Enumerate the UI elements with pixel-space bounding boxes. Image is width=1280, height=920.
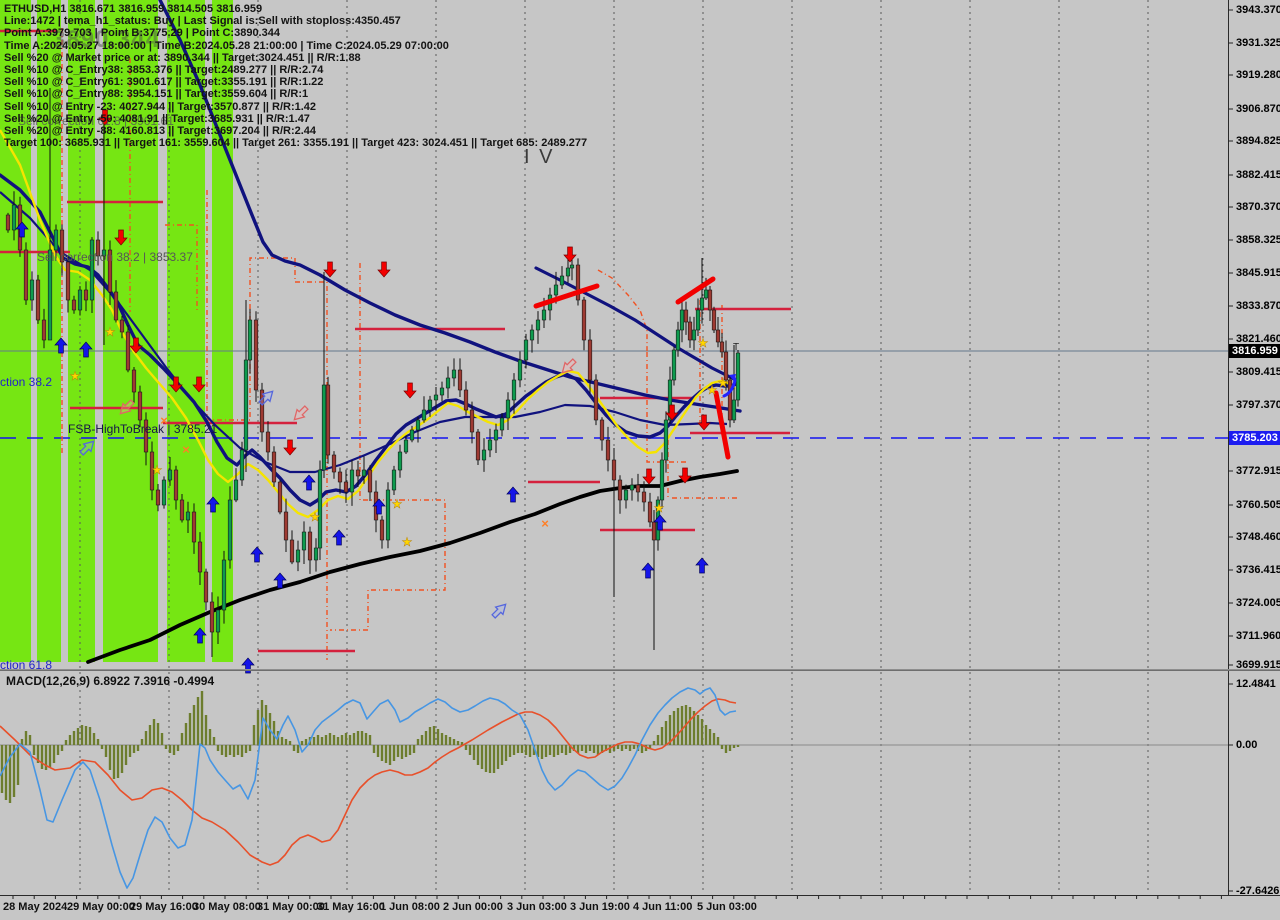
price-axis-label: 3711.960: [1236, 630, 1280, 642]
price-axis-label: 3736.415: [1236, 564, 1280, 576]
time-axis-border: [0, 895, 1280, 896]
sell-arrow-icon: [403, 382, 417, 399]
price-axis-label: 3943.370: [1236, 4, 1280, 16]
signal-info-line: Line:1472 | tema_h1_status: Buy | Last S…: [4, 15, 401, 28]
buy-arrow-icon: [506, 486, 520, 503]
signal-info-line: Sell %10 @ Entry -23: 4027.944 || Target…: [4, 100, 317, 113]
star-icon: ★: [392, 497, 403, 511]
hollow-down-arrow-icon: [293, 405, 309, 421]
buy-arrow-icon: [695, 557, 709, 574]
time-axis-label: 28 May 2024: [3, 901, 68, 913]
signal-info-line: Sell %10 @ C_Entry88: 3954.151 || Target…: [4, 88, 309, 101]
price-axis-label: 3797.370: [1236, 399, 1280, 411]
signal-info-line: Sell %10 @ C_Entry38: 3853.376 || Target…: [4, 64, 324, 76]
macd-axis-label: -27.6426: [1236, 885, 1280, 897]
left-correction-618-label: ction 61.8: [0, 658, 53, 672]
sell-arrow-icon: [642, 468, 656, 485]
time-axis-label: 4 Jun 11:00: [633, 901, 693, 913]
macd-indicator-label: MACD(12,26,9) 6.8922 7.3916 -0.4994: [6, 674, 215, 688]
buy-arrow-icon: [332, 529, 346, 546]
buy-arrow-icon: [302, 474, 316, 491]
pane-separator-shadow: [0, 670, 1280, 671]
price-axis-label: 3809.415: [1236, 366, 1280, 378]
sell-arrow-icon: [283, 439, 297, 456]
price-axis-label: 3699.915: [1236, 659, 1280, 671]
t-mark-icon: T: [733, 342, 739, 353]
time-axis-label: 31 May 16:00: [317, 901, 385, 913]
x-mark-icon: ×: [541, 516, 549, 531]
price-axis-label: 3724.005: [1236, 597, 1280, 609]
price-axis-label: 3760.505: [1236, 499, 1280, 511]
trading-chart-window: ★ ★ ★ ★ ★ ★ ★ ★ ★ ★ × × × T ETHUSD,H1 3816.671 3816.9…: [0, 0, 1280, 920]
star-icon: ★: [105, 325, 116, 339]
signal-info-line: Target 100: 3685.931 || Target 161: 3559…: [4, 137, 588, 150]
price-axis-label: 3870.370: [1236, 201, 1280, 213]
signal-info-line: Sell %20 @ Entry -88: 4160.813 || Target…: [4, 125, 317, 137]
time-axis-label: 5 Jun 03:00: [697, 901, 757, 913]
sell-arrow-icon: [377, 261, 391, 278]
bid-price-tag: 3816.959: [1229, 344, 1280, 358]
signal-info-line: Time A:2024.05.27 18:00:00 | Time B:2024…: [4, 39, 449, 52]
price-axis-label: 3931.325: [1236, 37, 1280, 49]
left-correction-382-label: ction 38.2: [0, 375, 53, 389]
buy-arrow-icon: [641, 562, 655, 579]
time-axis-label: 1 Jun 08:00: [380, 901, 440, 913]
signal-info-line: Sell %20 @ Entry -50: 4081.91 || Target:…: [4, 112, 310, 125]
signal-info-line: Sell %20 @ Market price or at: 3890.344 …: [4, 51, 361, 64]
time-axis-label: 3 Jun 03:00: [507, 901, 567, 913]
star-icon: ★: [698, 336, 709, 350]
star-icon: ★: [654, 501, 665, 515]
time-axis-label: 2 Jun 00:00: [443, 901, 503, 913]
sell-correction-382-label: Sell correction 38.2 | 3853.37: [37, 250, 193, 264]
time-axis-label: 30 May 08:00: [193, 901, 261, 913]
star-icon: ★: [402, 535, 413, 549]
fsb-high-to-break-label: FSB-HighToBreak | 3785.21: [68, 422, 218, 436]
fsb-level-price-tag: 3785.203: [1229, 431, 1280, 445]
time-axis-label: 29 May 00:00: [67, 901, 135, 913]
macd-axis-label: 12.4841: [1236, 678, 1276, 690]
macd-main-line: [0, 687, 737, 889]
time-axis-label: 29 May 16:00: [130, 901, 198, 913]
star-icon: ★: [70, 369, 81, 383]
hollow-up-arrow-icon: [258, 390, 274, 406]
price-axis-label: 3894.825: [1236, 135, 1280, 147]
time-axis-label: 31 May 00:00: [257, 901, 325, 913]
price-axis-label: 3906.870: [1236, 103, 1280, 115]
price-axis-label: 3845.915: [1236, 267, 1280, 279]
hollow-up-arrow-icon: [491, 603, 507, 619]
price-axis-label: 3858.325: [1236, 234, 1280, 246]
star-icon: ★: [707, 383, 718, 397]
time-axis-label: 3 Jun 19:00: [570, 901, 630, 913]
sell-arrow-icon: [563, 246, 577, 263]
signal-info-line: Sell %10 @ C_Entry61: 3901.617 || Target…: [4, 76, 324, 89]
price-axis-label: 3833.870: [1236, 300, 1280, 312]
sell-arrow-icon: [323, 261, 337, 278]
signal-info-line: Point A:3979.703 | Point B:3775.29 | Poi…: [4, 27, 280, 40]
price-axis-label: 3748.460: [1236, 531, 1280, 543]
elliott-wave-label: I V: [524, 146, 555, 168]
star-icon: ★: [718, 376, 729, 390]
macd-axis-label: 0.00: [1236, 739, 1258, 751]
price-axis-label: 3772.915: [1236, 465, 1280, 477]
star-icon: ★: [152, 463, 163, 477]
x-mark-icon: ×: [182, 442, 190, 457]
buy-arrow-icon: [250, 546, 264, 563]
price-axis-label: 3919.280: [1236, 69, 1280, 81]
star-icon: ★: [310, 510, 321, 524]
signal-info-line: ETHUSD,H1 3816.671 3816.959 3814.505 381…: [4, 3, 263, 15]
price-axis-label: 3882.415: [1236, 169, 1280, 181]
